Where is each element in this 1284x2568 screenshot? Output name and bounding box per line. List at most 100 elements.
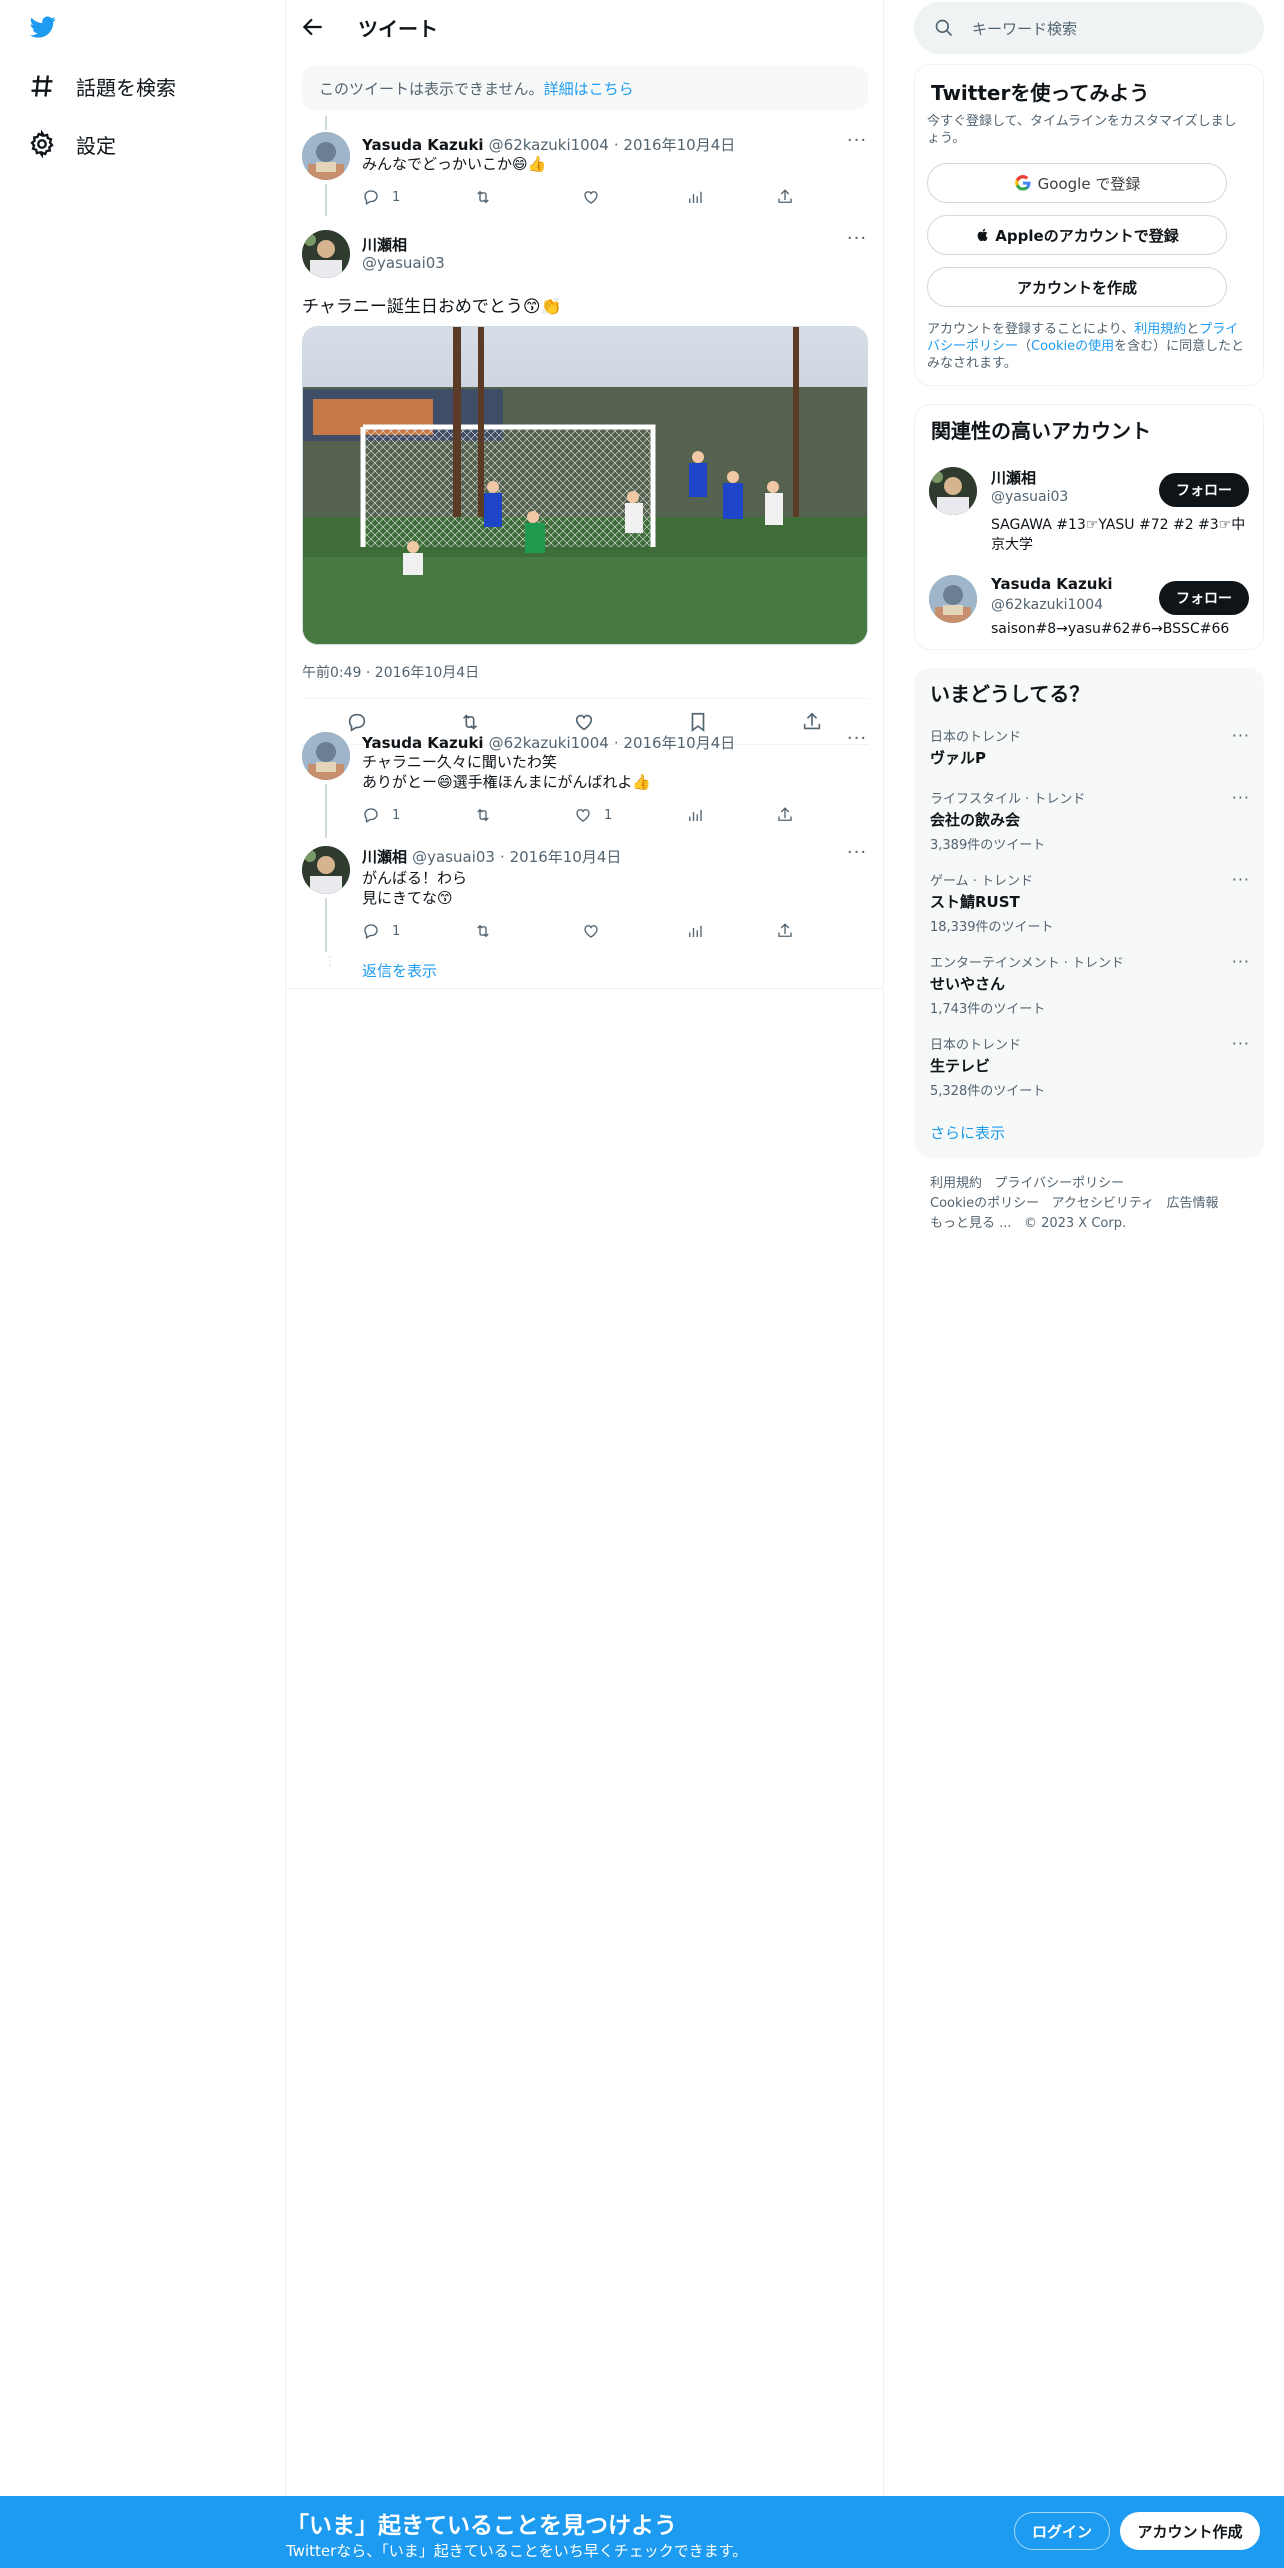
account-name[interactable]: 川瀬相 — [991, 467, 1036, 488]
follow-button[interactable]: フォロー — [1159, 581, 1249, 615]
tweet-text-line: がんばる！わら — [362, 869, 468, 887]
like-button[interactable]: 1 — [574, 806, 612, 824]
trend-item[interactable]: ゲーム · トレンド スト鯖RUST 18,339件のツイート ··· — [930, 870, 1250, 935]
reply-tweet[interactable]: 川瀬相 @yasuai03 · 2016年10月4日 ··· がんばる！わら 見… — [286, 844, 884, 956]
avatar[interactable] — [302, 846, 350, 894]
terms-link[interactable]: 利用規約 — [1134, 322, 1186, 337]
trend-item[interactable]: 日本のトレンド 生テレビ 5,328件のツイート ··· — [930, 1034, 1250, 1099]
reply-tweet[interactable]: Yasuda Kazuki @62kazuki1004 · 2016年10月4日… — [286, 728, 884, 838]
like-button[interactable] — [582, 922, 600, 940]
more-options-icon[interactable]: ··· — [1232, 1034, 1250, 1053]
retweet-button[interactable] — [474, 806, 492, 824]
tweet-author-name[interactable]: 川瀬相 — [362, 234, 407, 255]
avatar[interactable] — [302, 230, 350, 278]
avatar[interactable] — [929, 467, 977, 515]
reply-button[interactable]: 1 — [362, 922, 400, 940]
footer-cookie-link[interactable]: Cookieのポリシー — [930, 1196, 1039, 1211]
more-options-icon[interactable]: ··· — [1232, 952, 1250, 971]
analytics-button[interactable] — [686, 922, 704, 940]
reply-tweet[interactable]: Yasuda Kazuki @62kazuki1004 · 2016年10月4日… — [286, 130, 884, 216]
tweet-text-line: 見にきてな😙 — [362, 889, 453, 907]
signup-button[interactable]: アカウント作成 — [1120, 2512, 1260, 2550]
account-handle[interactable]: @62kazuki1004 — [991, 597, 1103, 613]
tweet-author-handle[interactable]: @yasuai03 — [412, 848, 495, 866]
apple-signup-button[interactable]: Appleのアカウントで登録 — [927, 215, 1227, 255]
footer-terms-link[interactable]: 利用規約 — [930, 1176, 982, 1191]
footer-accessibility-link[interactable]: アクセシビリティ — [1052, 1196, 1155, 1211]
analytics-button[interactable] — [686, 188, 704, 206]
search-box[interactable]: キーワード検索 — [914, 2, 1264, 54]
related-account[interactable]: Yasuda Kazuki @62kazuki1004 saison#8→yas… — [915, 569, 1265, 643]
more-options-icon[interactable]: ··· — [846, 844, 868, 870]
show-more-trends-link[interactable]: さらに表示 — [930, 1122, 1005, 1143]
more-options-icon[interactable]: ··· — [846, 230, 868, 256]
tweet-date[interactable]: · 2016年10月4日 — [500, 848, 621, 866]
reply-button[interactable]: 1 — [362, 188, 400, 206]
trend-count: 18,339件のツイート — [930, 920, 1054, 935]
more-options-icon[interactable]: ··· — [846, 132, 868, 158]
trend-item[interactable]: エンターテインメント · トレンド せいやさん 1,743件のツイート ··· — [930, 952, 1250, 1017]
tweet-author-handle[interactable]: @62kazuki1004 — [489, 734, 609, 752]
account-bio: saison#8→yasu#62#6→BSSC#66 — [991, 621, 1230, 637]
more-options-icon[interactable]: ··· — [1232, 870, 1250, 889]
tweet-author-name[interactable]: Yasuda Kazuki — [362, 734, 484, 752]
nav-settings[interactable]: 設定 — [28, 120, 116, 168]
tweet-author-handle[interactable]: @yasuai03 — [362, 254, 445, 272]
thread-line — [325, 898, 327, 952]
tweet-photo[interactable] — [302, 326, 868, 645]
tweet-date[interactable]: · 2016年10月4日 — [614, 734, 735, 752]
search-input[interactable]: キーワード検索 — [972, 18, 1077, 39]
retweet-button[interactable] — [474, 188, 492, 206]
footer-links: 利用規約 プライバシーポリシー Cookieのポリシー アクセシビリティ 広告情… — [930, 1174, 1219, 1234]
account-name[interactable]: Yasuda Kazuki — [991, 575, 1113, 593]
show-replies-link[interactable]: 返信を表示 — [362, 960, 437, 981]
apple-signup-label: Appleのアカウントで登録 — [995, 226, 1179, 245]
follow-button[interactable]: フォロー — [1159, 473, 1249, 507]
footer-ads-link[interactable]: 広告情報 — [1167, 1196, 1219, 1211]
reply-icon — [364, 924, 378, 939]
trend-item[interactable]: ライフスタイル · トレンド 会社の飲み会 3,389件のツイート ··· — [930, 788, 1250, 853]
more-options-icon[interactable]: ··· — [1232, 788, 1250, 807]
footer-privacy-link[interactable]: プライバシーポリシー — [994, 1176, 1124, 1191]
notice-learn-more-link[interactable]: 詳細はこちら — [544, 80, 634, 98]
create-account-button[interactable]: アカウントを作成 — [927, 267, 1227, 307]
signup-legal-text: アカウントを登録することにより、利用規約とプライバシーポリシー（Cookieの使… — [927, 321, 1247, 372]
hashtag-icon — [31, 75, 53, 97]
more-options-icon[interactable]: ··· — [846, 730, 868, 756]
reply-button[interactable]: 1 — [362, 806, 400, 824]
retweet-button[interactable] — [474, 922, 492, 940]
avatar[interactable] — [302, 132, 350, 180]
tweet-date[interactable]: · 2016年10月4日 — [614, 136, 735, 154]
share-button[interactable] — [776, 922, 794, 940]
trends-title: いまどうしてる？ — [930, 682, 1090, 706]
avatar[interactable] — [929, 575, 977, 623]
tweet-timestamp[interactable]: 午前0:49 · 2016年10月4日 — [302, 662, 479, 682]
analytics-button[interactable] — [686, 806, 704, 824]
tweet-author-name[interactable]: 川瀬相 — [362, 848, 407, 866]
footer-more-link[interactable]: もっと見る ... — [930, 1216, 1012, 1231]
tweet-author-handle[interactable]: @62kazuki1004 — [489, 136, 609, 154]
cookie-link[interactable]: Cookieの使用 — [1031, 339, 1114, 354]
twitter-logo-icon[interactable] — [28, 14, 62, 44]
heart-icon — [584, 191, 598, 204]
reply-count: 1 — [392, 807, 401, 823]
more-options-icon[interactable]: ··· — [1232, 726, 1250, 745]
trend-item[interactable]: 日本のトレンド ヴァルP ··· — [930, 726, 1250, 768]
share-button[interactable] — [776, 188, 794, 206]
account-handle[interactable]: @yasuai03 — [991, 489, 1068, 505]
related-account[interactable]: 川瀬相 @yasuai03 SAGAWA #13☞YASU #72 #2 #3☞… — [915, 459, 1265, 559]
login-button[interactable]: ログイン — [1014, 2512, 1110, 2550]
like-button[interactable] — [582, 188, 600, 206]
share-button[interactable] — [776, 806, 794, 824]
tweet-author-name[interactable]: Yasuda Kazuki — [362, 136, 484, 154]
thread-line — [325, 784, 327, 838]
trend-name: ヴァルP — [930, 749, 986, 767]
nav-explore[interactable]: 話題を検索 — [28, 62, 176, 110]
trend-name: スト鯖RUST — [930, 893, 1020, 911]
legal-prefix: アカウントを登録することにより、 — [927, 322, 1135, 337]
bottom-signup-bar: 「いま」起きていることを見つけよう Twitterなら、「いま」起きていることを… — [0, 2496, 1284, 2568]
divider — [302, 698, 868, 699]
google-signup-button[interactable]: Google で登録 — [927, 163, 1227, 203]
avatar[interactable] — [302, 732, 350, 780]
back-arrow-icon[interactable] — [300, 14, 326, 40]
